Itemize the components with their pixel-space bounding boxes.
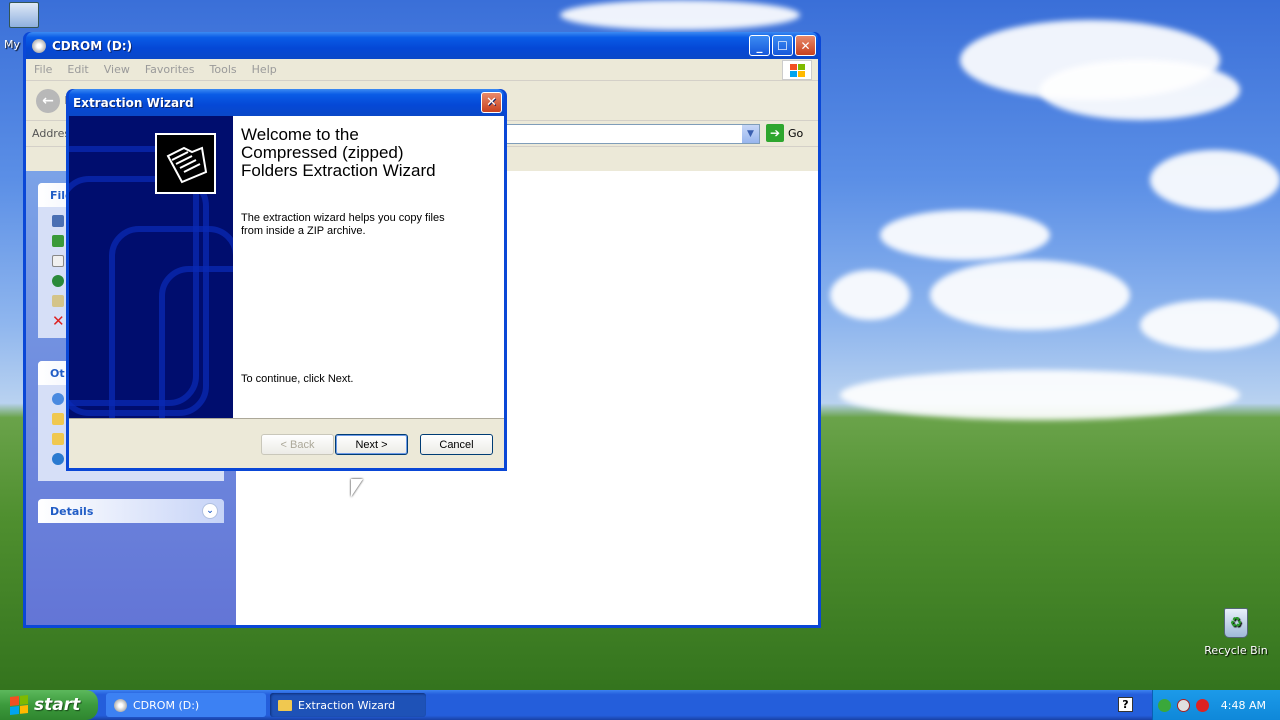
maximize-icon: ☐ <box>777 38 788 53</box>
chevron-down-icon[interactable]: ▼ <box>742 125 759 143</box>
start-label: start <box>34 695 81 715</box>
banner-decoration <box>159 266 233 421</box>
wizard-title: Extraction Wizard <box>73 95 194 110</box>
explorer-title-bar[interactable]: CDROM (D:) _ ☐ ✕ <box>26 32 818 59</box>
maximize-button[interactable]: ☐ <box>772 35 793 56</box>
folder-icon[interactable] <box>52 413 64 425</box>
delete-icon[interactable]: ✕ <box>52 314 65 329</box>
taskbar-item-extraction-wizard[interactable]: Extraction Wizard <box>270 693 426 717</box>
cloud <box>930 260 1130 330</box>
wizard-body: Welcome to the Compressed (zipped) Folde… <box>69 116 504 468</box>
cd-drive-icon <box>114 698 127 712</box>
minimize-icon: _ <box>756 38 763 53</box>
minimize-button[interactable]: _ <box>749 35 770 56</box>
close-icon: ✕ <box>800 38 811 53</box>
wizard-heading: Welcome to the Compressed (zipped) Folde… <box>241 125 436 180</box>
computer-icon <box>9 2 39 28</box>
extraction-wizard-dialog: Extraction Wizard ✕ Welcome to the Compr… <box>66 89 507 471</box>
menu-favorites[interactable]: Favorites <box>145 63 195 76</box>
network-icon[interactable] <box>52 453 64 465</box>
details-panel: Details ⌄ <box>38 499 224 523</box>
wizard-close-button[interactable]: ✕ <box>481 92 502 113</box>
system-tray: 4:48 AM <box>1152 690 1280 720</box>
cloud <box>840 370 1240 420</box>
cloud <box>560 0 800 30</box>
network-icon[interactable] <box>1157 698 1171 712</box>
panel-heading-text: Ot <box>50 366 65 380</box>
close-button[interactable]: ✕ <box>795 35 816 56</box>
mouse-cursor-icon <box>351 479 363 497</box>
recycle-bin-icon: ♻ <box>1224 608 1248 638</box>
cloud <box>1040 60 1240 120</box>
task-icon[interactable] <box>52 255 64 267</box>
go-arrow-icon: ➔ <box>766 124 784 142</box>
taskbar: start CDROM (D:) Extraction Wizard ? 4:4… <box>0 690 1280 720</box>
windows-flag-icon <box>10 695 28 715</box>
desktop-icon-label: Recycle Bin <box>1204 644 1268 657</box>
menu-edit[interactable]: Edit <box>67 63 88 76</box>
start-button[interactable]: start <box>0 690 98 720</box>
wizard-text-area: Welcome to the Compressed (zipped) Folde… <box>241 126 501 238</box>
address-input[interactable]: ▼ <box>504 124 760 144</box>
cloud <box>1150 150 1280 210</box>
folder-icon <box>278 699 292 711</box>
go-button[interactable]: ➔ Go <box>766 124 803 142</box>
windows-logo-icon <box>782 60 812 80</box>
security-alert-icon[interactable] <box>1195 698 1209 712</box>
window-title: CDROM (D:) <box>52 38 133 53</box>
go-label: Go <box>788 126 804 140</box>
taskbar-item-label: CDROM (D:) <box>133 698 200 712</box>
cd-drive-icon <box>32 38 46 53</box>
recycle-bin-desktop-icon[interactable]: ♻ Recycle Bin <box>1200 608 1272 657</box>
task-icon[interactable] <box>52 215 64 227</box>
next-button[interactable]: Next > <box>335 434 408 455</box>
help-icon[interactable]: ? <box>1118 697 1133 712</box>
back-button[interactable]: ← <box>36 88 60 113</box>
menu-file[interactable]: File <box>34 63 52 76</box>
folder-icon[interactable] <box>52 433 64 445</box>
globe-icon[interactable] <box>52 275 64 287</box>
back-button[interactable]: < Back <box>261 434 334 455</box>
cloud <box>830 270 910 320</box>
taskbar-item-label: Extraction Wizard <box>298 698 396 712</box>
expand-chevron-icon[interactable]: ⌄ <box>202 503 218 519</box>
menu-help[interactable]: Help <box>252 63 277 76</box>
wizard-footer: < Back Next > Cancel <box>69 418 504 468</box>
menu-tools[interactable]: Tools <box>210 63 237 76</box>
taskbar-item-cdrom[interactable]: CDROM (D:) <box>106 693 266 717</box>
clock[interactable]: 4:48 AM <box>1221 699 1266 712</box>
wizard-continue-text: To continue, click Next. <box>241 373 354 385</box>
security-shield-icon[interactable] <box>1176 698 1190 712</box>
zipped-folders-icon <box>155 133 216 194</box>
back-arrow-icon: ← <box>42 92 54 109</box>
panel-heading-text: Details <box>50 504 94 518</box>
place-icon[interactable] <box>52 393 64 405</box>
menu-bar: File Edit View Favorites Tools Help <box>26 59 818 81</box>
wizard-banner <box>69 116 233 421</box>
details-heading[interactable]: Details ⌄ <box>38 499 224 523</box>
wizard-title-bar[interactable]: Extraction Wizard ✕ <box>69 89 504 116</box>
cancel-button[interactable]: Cancel <box>420 434 493 455</box>
task-icon[interactable] <box>52 295 64 307</box>
cloud <box>1140 300 1280 350</box>
wizard-description: The extraction wizard helps you copy fil… <box>241 212 445 237</box>
cloud <box>880 210 1050 260</box>
close-icon: ✕ <box>486 95 497 110</box>
menu-view[interactable]: View <box>104 63 130 76</box>
task-icon[interactable] <box>52 235 64 247</box>
